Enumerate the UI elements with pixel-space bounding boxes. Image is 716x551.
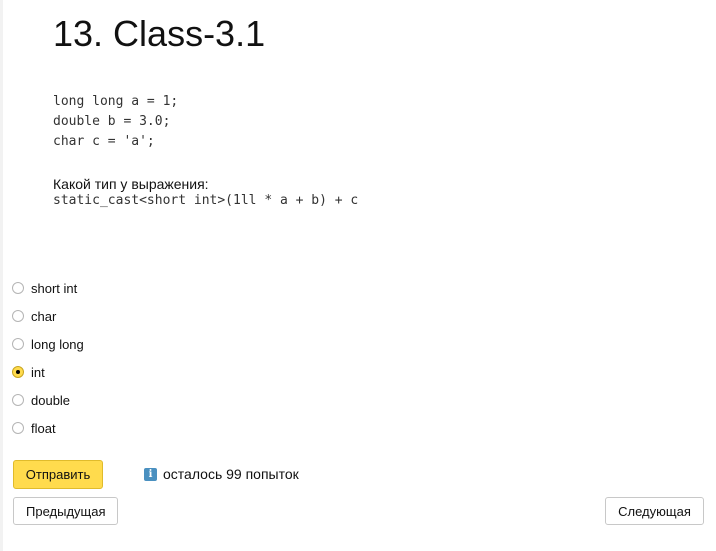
option-char[interactable]: char <box>12 302 84 330</box>
info-icon: i <box>144 467 157 481</box>
option-long-long[interactable]: long long <box>12 330 84 358</box>
option-double[interactable]: double <box>12 386 84 414</box>
submit-button[interactable]: Отправить <box>13 460 103 489</box>
code-block: long long a = 1; double b = 3.0; char c … <box>53 94 179 149</box>
radio-button[interactable] <box>12 422 24 434</box>
radio-button[interactable] <box>12 310 24 322</box>
radio-button[interactable] <box>12 282 24 294</box>
option-label: float <box>31 420 56 436</box>
answer-options: short int char long long int double floa… <box>12 274 84 442</box>
option-label: short int <box>31 280 78 296</box>
option-int[interactable]: int <box>12 358 84 386</box>
attempts-info: i осталось 99 попыток <box>144 466 299 482</box>
radio-button[interactable] <box>12 338 24 350</box>
radio-button[interactable] <box>12 394 24 406</box>
option-label: double <box>31 392 71 408</box>
option-label: long long <box>31 336 84 352</box>
quiz-page: 13. Class-3.1 long long a = 1; double b … <box>0 0 716 551</box>
option-label: char <box>31 308 57 324</box>
left-divider <box>0 0 3 551</box>
option-short-int[interactable]: short int <box>12 274 84 302</box>
expression-code: static_cast<short int>(1ll * a + b) + c <box>53 193 359 208</box>
attempts-text: осталось 99 попыток <box>163 466 299 482</box>
previous-button[interactable]: Предыдущая <box>13 497 118 525</box>
option-float[interactable]: float <box>12 414 84 442</box>
radio-button-selected[interactable] <box>12 366 24 378</box>
next-button[interactable]: Следующая <box>605 497 704 525</box>
page-title: 13. Class-3.1 <box>53 13 266 54</box>
question-text: Какой тип у выражения: <box>53 176 209 192</box>
option-label: int <box>31 364 45 380</box>
